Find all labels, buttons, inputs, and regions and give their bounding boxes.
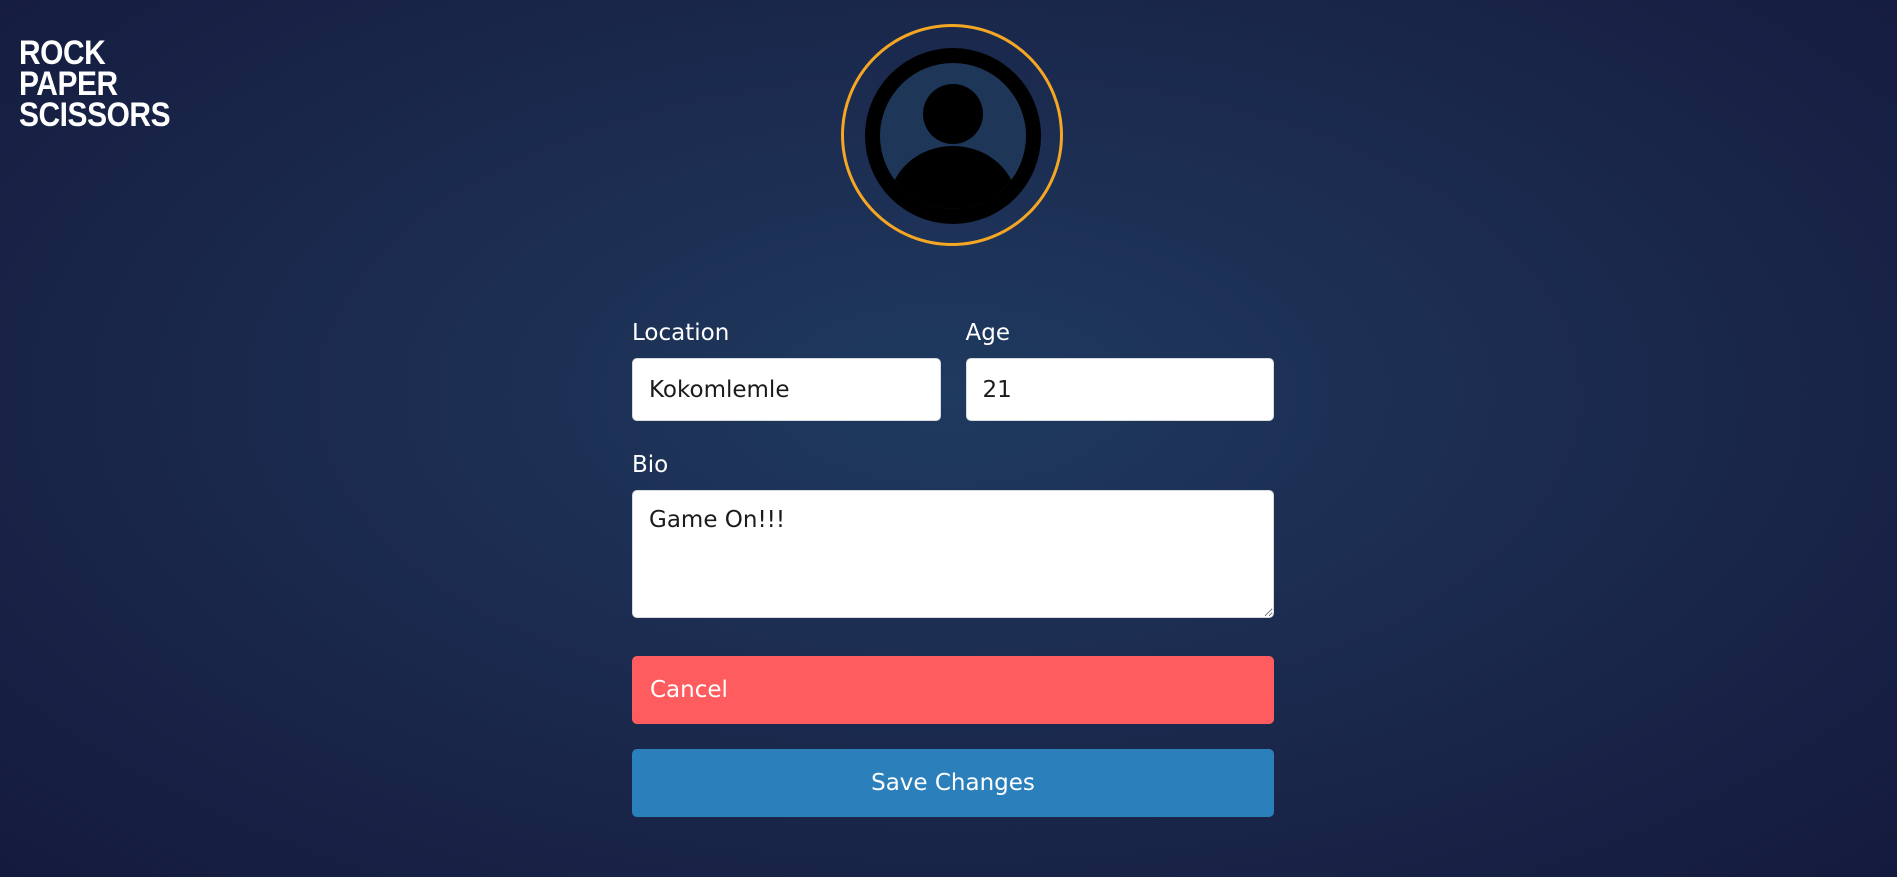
avatar[interactable] [841, 24, 1063, 246]
bio-textarea[interactable]: Game On!!! [632, 490, 1274, 618]
app-logo[interactable]: ROCK PAPER SCISSORS [19, 36, 171, 134]
age-input[interactable] [965, 358, 1274, 421]
profile-form: Location Age Bio Game On!!! Cancel Save … [632, 320, 1274, 817]
location-label: Location [632, 320, 730, 346]
logo-line-scissors: SCISSORS [19, 96, 171, 134]
location-input[interactable] [632, 358, 941, 421]
user-circle-icon [865, 48, 1041, 224]
bio-label: Bio [632, 452, 669, 478]
save-changes-button[interactable]: Save Changes [632, 749, 1274, 817]
cancel-button[interactable]: Cancel [632, 656, 1274, 724]
age-label: Age [965, 320, 1010, 346]
